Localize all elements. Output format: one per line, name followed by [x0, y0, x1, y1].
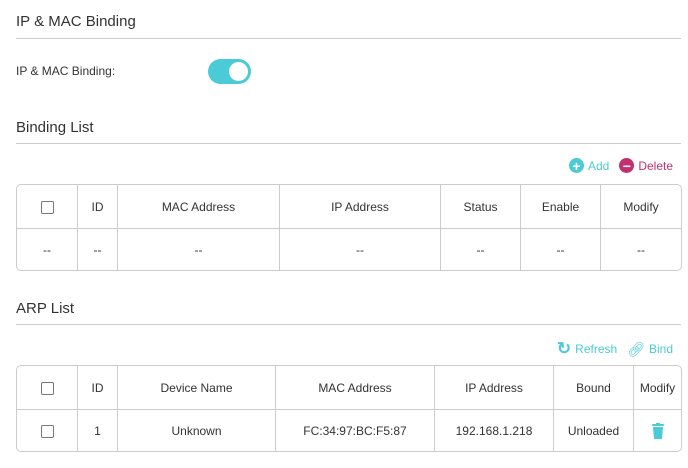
- select-all-checkbox[interactable]: [40, 200, 54, 214]
- add-button[interactable]: + Add: [568, 158, 610, 173]
- col-id: ID: [77, 366, 117, 410]
- col-modify: Modify: [600, 185, 681, 229]
- bind-label: Bind: [648, 342, 673, 356]
- cell-device-name: Unknown: [117, 410, 275, 451]
- table-row: -- -- -- -- -- -- --: [17, 229, 681, 270]
- add-label: Add: [587, 158, 610, 173]
- col-enable: Enable: [520, 185, 600, 229]
- cell: --: [279, 229, 440, 270]
- cell: --: [600, 229, 681, 270]
- cell-ip: 192.168.1.218: [434, 410, 553, 451]
- divider: [16, 324, 681, 325]
- select-all-checkbox[interactable]: [40, 381, 54, 395]
- trash-icon[interactable]: [651, 422, 664, 439]
- col-status: Status: [440, 185, 520, 229]
- link-icon: 🔗︎: [627, 340, 645, 357]
- refresh-button[interactable]: ↻ Refresh: [557, 339, 617, 359]
- ip-mac-binding-toggle[interactable]: [208, 59, 251, 84]
- cell: --: [117, 229, 279, 270]
- refresh-icon: ↻: [556, 339, 572, 358]
- binding-table: ID MAC Address IP Address Status Enable …: [16, 184, 682, 271]
- col-id: ID: [77, 185, 117, 229]
- cell: --: [440, 229, 520, 270]
- toggle-knob: [229, 62, 248, 81]
- col-modify: Modify: [633, 366, 681, 410]
- section-title-ip-mac-binding: IP & MAC Binding: [16, 13, 136, 30]
- table-row: 1 Unknown FC:34:97:BC:F5:87 192.168.1.21…: [17, 410, 681, 451]
- toggle-label: IP & MAC Binding:: [16, 64, 116, 78]
- cell: --: [43, 242, 51, 257]
- minus-icon: −: [619, 158, 635, 173]
- table-header: ID Device Name MAC Address IP Address Bo…: [17, 366, 681, 410]
- section-title-binding-list: Binding List: [16, 119, 94, 136]
- cell-bound: Unloaded: [553, 410, 633, 451]
- refresh-label: Refresh: [575, 342, 618, 356]
- col-bound: Bound: [553, 366, 633, 410]
- cell-id: 1: [77, 410, 117, 451]
- cell-mac: FC:34:97:BC:F5:87: [275, 410, 434, 451]
- col-ip: IP Address: [279, 185, 440, 229]
- table-header: ID MAC Address IP Address Status Enable …: [17, 185, 681, 229]
- col-device-name: Device Name: [117, 366, 275, 410]
- plus-icon: +: [568, 158, 584, 173]
- delete-label: Delete: [638, 158, 673, 173]
- delete-button[interactable]: − Delete: [619, 158, 673, 173]
- section-title-arp-list: ARP List: [16, 300, 75, 317]
- col-mac: MAC Address: [275, 366, 434, 410]
- bind-button[interactable]: 🔗︎ Bind: [627, 341, 673, 358]
- arp-table: ID Device Name MAC Address IP Address Bo…: [16, 365, 682, 452]
- divider: [16, 38, 681, 39]
- cell: --: [520, 229, 600, 270]
- col-mac: MAC Address: [117, 185, 279, 229]
- cell: --: [77, 229, 117, 270]
- divider: [16, 143, 681, 144]
- row-checkbox[interactable]: [40, 424, 54, 438]
- col-ip: IP Address: [434, 366, 553, 410]
